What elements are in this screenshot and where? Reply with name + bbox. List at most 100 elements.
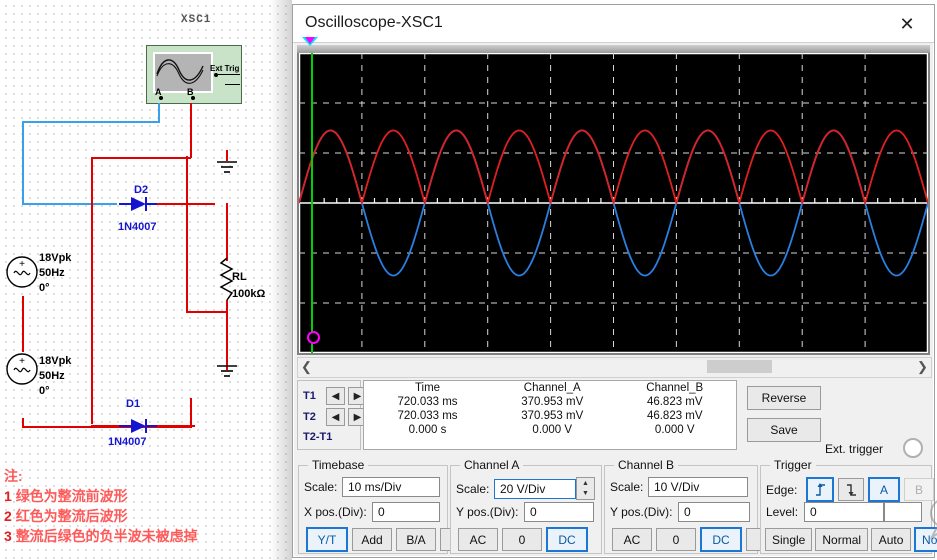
ac-source-2[interactable]: + _ <box>6 353 39 391</box>
timebase-xpos-input[interactable]: 0 <box>372 502 440 522</box>
cursor-control-panel: T1 ◀ ▶ T2 ◀ ▶ T2-T1 <box>297 380 367 450</box>
note-3: 3 整流后绿色的负半波未被虑掉 <box>4 526 198 546</box>
wire-rl-top <box>226 203 228 261</box>
trigger-mode-auto[interactable]: Auto <box>871 528 912 551</box>
channel-b-coupling-ac[interactable]: AC <box>612 528 652 551</box>
ext-trigger-label: Ext. trigger <box>825 442 884 456</box>
wire-scope-b-branch <box>91 157 191 159</box>
falling-edge-glyph <box>846 484 856 496</box>
src2-phase: 0° <box>39 385 50 397</box>
note-2-number: 2 <box>4 508 12 524</box>
wire-scope-b <box>190 103 192 158</box>
wire-a-down <box>22 121 24 205</box>
timebase-mode-yt[interactable]: Y/T <box>306 527 348 552</box>
rising-edge-icon[interactable] <box>806 477 834 502</box>
schematic-edge-shadow <box>270 0 292 560</box>
trigger-mode-normal[interactable]: Normal <box>815 528 869 551</box>
channel-a-coupling-ac[interactable]: AC <box>458 528 498 551</box>
diode-icon <box>119 419 157 433</box>
measurement-header-row: Time Channel_A Channel_B <box>364 381 736 395</box>
ext-trigger-terminal[interactable] <box>903 438 923 458</box>
timebase-group: Timebase Scale: 10 ms/Div X pos.(Div): 0… <box>298 458 480 554</box>
chevron-left-icon[interactable]: ❮ <box>298 358 315 375</box>
rising-edge-glyph <box>815 483 825 496</box>
channel-b-coupling-dc[interactable]: DC <box>700 527 742 552</box>
oscilloscope-symbol[interactable]: A B Ext Trig <box>146 45 242 104</box>
svg-text:_: _ <box>18 276 26 288</box>
src2-frequency: 50Hz <box>39 370 65 382</box>
d2-ref-label: D2 <box>134 184 149 196</box>
wire-scopeB-node <box>186 156 188 204</box>
screen-top-bezel <box>297 45 930 53</box>
pin-b <box>191 96 195 100</box>
trigger-source-b[interactable]: B <box>904 478 934 501</box>
d1-value-label: 1N4007 <box>108 436 147 448</box>
channel-b-scale-input[interactable]: 10 V/Div <box>648 477 748 497</box>
trigger-mode-single[interactable]: Single <box>765 528 813 551</box>
timebase-mode-ba[interactable]: B/A <box>396 528 436 551</box>
delta-time-value: 0.000 s <box>408 424 447 436</box>
trigger-level-unit[interactable] <box>884 502 922 522</box>
ext-wire-bot <box>225 84 240 85</box>
cursor-t1-line[interactable] <box>311 53 313 353</box>
horizontal-scrollbar[interactable]: ❮ ❯ <box>297 357 932 378</box>
channel-a-coupling-dc[interactable]: DC <box>546 527 588 552</box>
wire-scope-a <box>158 103 160 123</box>
channel-a-scale-stepper[interactable]: ▲ ▼ <box>576 477 595 500</box>
channel-a-ypos-input[interactable]: 0 <box>524 502 594 522</box>
scrollbar-thumb[interactable] <box>707 360 772 373</box>
trigger-mode-none[interactable]: None <box>914 527 937 552</box>
diode-d2[interactable] <box>119 195 157 218</box>
waveform-display[interactable] <box>299 53 928 353</box>
channel-b-group: Channel B Scale: 10 V/Div Y pos.(Div): 0… <box>604 458 820 554</box>
wire-d2-out <box>155 203 215 205</box>
d2-value-label: 1N4007 <box>118 221 157 233</box>
t1-left-button[interactable]: ◀ <box>326 387 345 405</box>
rl-ref-label: RL <box>232 271 247 283</box>
reverse-button[interactable]: Reverse <box>747 386 821 410</box>
trigger-level-input[interactable]: 0 <box>804 502 884 522</box>
src1-phase: 0° <box>39 282 50 294</box>
pin-a <box>159 96 163 100</box>
close-icon[interactable]: ✕ <box>890 11 924 37</box>
oscilloscope-window: Oscilloscope-XSC1 ✕ ❮ ❯ T1 ◀ ▶ T2 ◀ ▶ T2… <box>292 4 937 558</box>
cursor-t1-handle[interactable] <box>302 37 318 46</box>
channel-b-coupling-gnd[interactable]: 0 <box>656 528 696 551</box>
window-titlebar: Oscilloscope-XSC1 ✕ <box>293 5 934 43</box>
table-row: 720.033 ms 370.953 mV 46.823 mV <box>364 409 736 423</box>
trigger-source-a[interactable]: A <box>868 477 900 502</box>
svg-text:_: _ <box>18 373 26 385</box>
channel-a-coupling-gnd[interactable]: 0 <box>502 528 542 551</box>
channel-a-scale-input[interactable]: 20 V/Div <box>494 478 576 499</box>
cursor-t2-label: T2 <box>303 411 316 423</box>
cursor-t1-knob[interactable] <box>307 331 320 344</box>
wire-d1-right <box>190 398 192 428</box>
header-channel-a: Channel_A <box>523 382 581 394</box>
header-time: Time <box>414 382 441 394</box>
schematic-notes: 注: 1 绿色为整流前波形 2 红色为整流后波形 3 整流后绿色的负半波未被虑掉 <box>4 466 198 546</box>
waveform-plot <box>299 53 928 353</box>
falling-edge-icon[interactable] <box>838 478 864 501</box>
header-channel-b: Channel_B <box>646 382 704 394</box>
save-button[interactable]: Save <box>747 418 821 442</box>
scope-symbol-screen <box>153 52 213 93</box>
channel-b-ypos-input[interactable]: 0 <box>678 502 750 522</box>
ac-source-icon: + _ <box>6 353 38 385</box>
src1-frequency: 50Hz <box>39 267 65 279</box>
chevron-right-icon[interactable]: ❯ <box>914 358 931 375</box>
note-2-text: 红色为整流后波形 <box>15 508 128 524</box>
t2-left-button[interactable]: ◀ <box>326 408 345 426</box>
trigger-title: Trigger <box>770 458 816 472</box>
wire-d1-in <box>91 425 119 427</box>
diode-icon <box>119 197 157 211</box>
trigger-edge-label: Edge: <box>766 482 798 497</box>
t1-time-value: 720.033 ms <box>397 396 458 408</box>
timebase-scale-label: Scale: <box>304 480 338 494</box>
channel-b-ypos-label: Y pos.(Div): <box>610 505 673 519</box>
timebase-scale-input[interactable]: 10 ms/Div <box>342 477 440 497</box>
ac-source-1[interactable]: + _ <box>6 256 39 294</box>
timebase-mode-add[interactable]: Add <box>352 528 392 551</box>
note-1: 1 绿色为整流前波形 <box>4 486 198 506</box>
trigger-group: Trigger Edge: A B Ext Level: 0 <box>760 458 937 554</box>
delta-cha-value: 0.000 V <box>532 424 573 436</box>
